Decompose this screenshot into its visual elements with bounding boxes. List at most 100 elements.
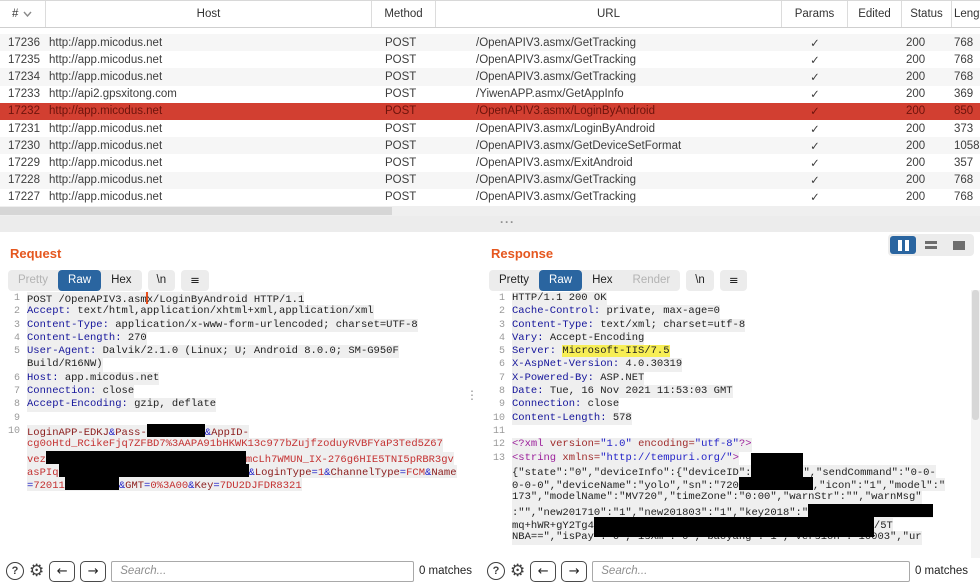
response-vertical-scrollbar[interactable] xyxy=(971,290,980,558)
cell-method: POST xyxy=(372,140,436,152)
line-text: Accept: text/html,application/xhtml+xml,… xyxy=(27,305,374,318)
code-line: 6X-AspNet-Version: 4.0.30319 xyxy=(485,358,978,371)
table-horizontal-scrollbar[interactable] xyxy=(0,206,980,216)
code-segment: <?xml xyxy=(512,438,550,450)
code-segment: app.micodus.net xyxy=(59,372,160,384)
stacked-view-button[interactable] xyxy=(918,236,944,254)
response-editor[interactable]: 1HTTP/1.1 200 OK2Cache-Control: private,… xyxy=(485,292,978,556)
code-segment: version= xyxy=(550,438,600,450)
prev-match-button[interactable]: ← xyxy=(49,561,75,582)
code-line: 10LoginAPP-EDKJ&Pass-&AppID- xyxy=(0,425,478,438)
side-by-side-view-button[interactable] xyxy=(890,236,916,254)
code-segment: /5T xyxy=(874,520,893,532)
cell-num: 17236 xyxy=(0,37,46,49)
tab-hex[interactable]: Hex xyxy=(582,270,622,291)
vertical-splitter-handle[interactable]: ⋮ xyxy=(466,388,478,402)
newline-toggle-button[interactable]: \n xyxy=(148,270,176,291)
tab-hex[interactable]: Hex xyxy=(101,270,141,291)
line-text: asPIq&LoginType=1&ChannelType=FCM&Name xyxy=(27,465,457,478)
splitter-handle-icon[interactable]: ··· xyxy=(500,215,515,229)
tab-pretty[interactable]: Pretty xyxy=(489,270,539,291)
cell-host: http://app.micodus.net xyxy=(46,174,372,186)
cell-num: 17228 xyxy=(0,174,46,186)
code-segment: Dalvik/2.1.0 (Linux; U; Android 8.0.0; S… xyxy=(96,345,398,357)
request-editor[interactable]: 1POST /OpenAPIV3.asmx/LoginByAndroid HTT… xyxy=(0,292,478,556)
line-text: Content-Type: text/xml; charset=utf-8 xyxy=(512,319,745,332)
editor-menu-button[interactable]: ≡ xyxy=(181,270,209,291)
cell-method: POST xyxy=(372,105,436,117)
editor-menu-button[interactable]: ≡ xyxy=(720,270,748,291)
code-segment: private, max-age=0 xyxy=(600,305,720,317)
next-match-button[interactable]: → xyxy=(80,561,106,582)
column-header-edited[interactable]: Edited xyxy=(848,1,902,27)
line-number xyxy=(485,478,505,491)
line-text: Cache-Control: private, max-age=0 xyxy=(512,305,720,318)
gear-icon[interactable]: ⚙ xyxy=(29,562,44,580)
response-search-input[interactable] xyxy=(592,561,910,582)
code-segment: text/xml; charset=utf-8 xyxy=(594,319,745,331)
code-line: 1HTTP/1.1 200 OK xyxy=(485,292,978,305)
history-row-17227[interactable]: 17227http://app.micodus.netPOST/OpenAPIV… xyxy=(0,189,980,206)
single-view-button[interactable] xyxy=(946,236,972,254)
column-header-status[interactable]: Status xyxy=(902,1,952,27)
next-match-button[interactable]: → xyxy=(561,561,587,582)
column-header-host[interactable]: Host xyxy=(46,1,372,27)
history-row-17228[interactable]: 17228http://app.micodus.netPOST/OpenAPIV… xyxy=(0,172,980,189)
column-header-url[interactable]: URL xyxy=(436,1,782,27)
code-line: 11 xyxy=(485,425,978,438)
history-row-17231[interactable]: 17231http://app.micodus.netPOST/OpenAPIV… xyxy=(0,120,980,137)
horizontal-scrollbar-thumb[interactable] xyxy=(0,207,392,215)
code-segment: text/html,application/xhtml+xml,applicat… xyxy=(71,305,373,317)
code-segment: Connection: xyxy=(512,398,581,410)
cell-num: 17235 xyxy=(0,54,46,66)
history-row-17232[interactable]: 17232http://app.micodus.netPOST/OpenAPIV… xyxy=(0,103,980,120)
gear-icon[interactable]: ⚙ xyxy=(510,562,525,580)
tab-render[interactable]: Render xyxy=(623,270,681,291)
column-header-num[interactable]: # xyxy=(0,1,46,27)
tab-raw[interactable]: Raw xyxy=(539,270,582,291)
line-text: mq+hWR+gY2Tg4/5T xyxy=(512,518,893,531)
code-segment: Content-Type: xyxy=(512,319,594,331)
code-segment: Host: xyxy=(27,372,59,384)
newline-toggle-button[interactable]: \n xyxy=(686,270,714,291)
column-header-params[interactable]: Params xyxy=(782,1,848,27)
cell-length: 768 xyxy=(952,54,980,66)
code-segment: <string xyxy=(512,452,562,464)
redaction-box xyxy=(751,465,803,476)
layout-view-buttons xyxy=(888,234,974,256)
code-segment: vez xyxy=(27,454,46,466)
tab-pretty[interactable]: Pretty xyxy=(8,270,58,291)
help-icon[interactable]: ? xyxy=(487,562,505,580)
history-row-17234[interactable]: 17234http://app.micodus.netPOST/OpenAPIV… xyxy=(0,68,980,85)
code-segment: Key xyxy=(194,480,213,492)
tab-raw[interactable]: Raw xyxy=(58,270,101,291)
cell-status: 200 xyxy=(902,157,952,169)
line-number: 1 xyxy=(485,292,505,305)
code-segment: Server: xyxy=(512,345,556,357)
cell-method: POST xyxy=(372,157,436,169)
help-icon[interactable]: ? xyxy=(6,562,24,580)
cell-url: /OpenAPIV3.asmx/LoginByAndroid xyxy=(436,123,782,135)
history-row-17229[interactable]: 17229http://app.micodus.netPOST/OpenAPIV… xyxy=(0,154,980,171)
code-line: 6Host: app.micodus.net xyxy=(0,372,478,385)
history-row-17235[interactable]: 17235http://app.micodus.netPOST/OpenAPIV… xyxy=(0,51,980,68)
code-segment: POST /OpenAPIV3.asm xyxy=(27,294,147,306)
code-segment: "http://tempuri.org/" xyxy=(600,452,732,464)
prev-match-button[interactable]: ← xyxy=(530,561,556,582)
request-panel: Request PrettyRawHex \n ≡ 1POST /OpenAPI… xyxy=(0,232,480,588)
request-tabs: PrettyRawHex xyxy=(8,270,142,291)
line-text: Connection: close xyxy=(27,385,134,398)
cell-length: 357 xyxy=(952,157,980,169)
vertical-scrollbar-thumb[interactable] xyxy=(972,290,979,420)
code-line: =72011&GMT=0%3A00&Key=7DU2DJFDR8321 xyxy=(0,478,478,491)
horizontal-splitter[interactable]: ··· xyxy=(0,216,980,232)
history-row-17236[interactable]: 17236http://app.micodus.netPOST/OpenAPIV… xyxy=(0,34,980,51)
column-header-method[interactable]: Method xyxy=(372,1,436,27)
request-search-input[interactable] xyxy=(111,561,414,582)
code-line: 13<string xmlns="http://tempuri.org/"> xyxy=(485,452,978,465)
column-header-length[interactable]: Length xyxy=(952,1,980,27)
history-row-17233[interactable]: 17233http://api2.gpsxitong.comPOST/Yiwen… xyxy=(0,86,980,103)
cell-length: 850 xyxy=(952,105,980,117)
line-text: cg0oHtd_RCikeFjq7ZFBD7%3AAPA91bHKWK13c97… xyxy=(27,438,443,451)
history-row-17230[interactable]: 17230http://app.micodus.netPOST/OpenAPIV… xyxy=(0,137,980,154)
